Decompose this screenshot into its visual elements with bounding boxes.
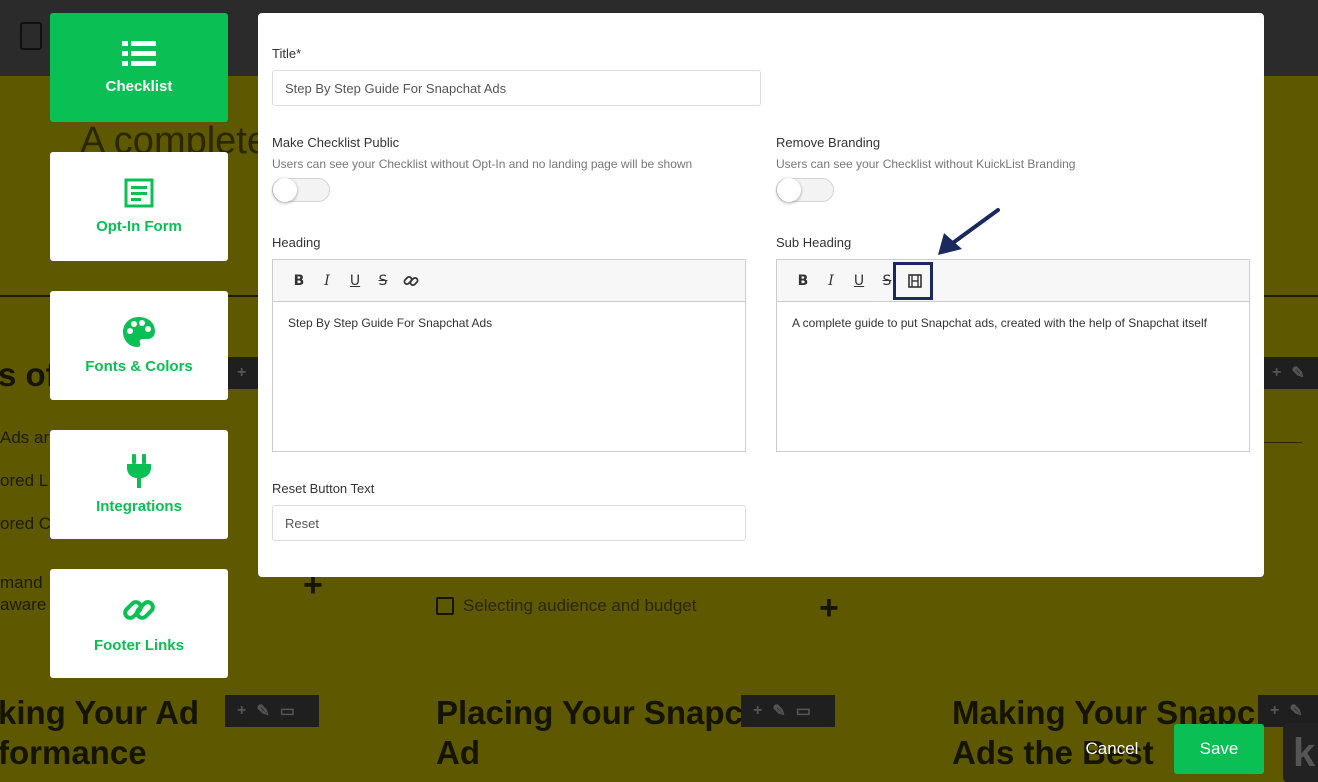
sidebar-item-label: Footer Links	[93, 637, 184, 654]
make-public-toggle[interactable]	[272, 178, 330, 202]
strikethrough-button[interactable]: S	[369, 267, 397, 295]
sidebar-item-integrations[interactable]: Integrations	[50, 430, 228, 539]
background-checklist-item: Selecting audience and budget	[463, 596, 697, 615]
card-title-line: Placing Your Snapc	[436, 694, 743, 731]
remove-branding-label: Remove Branding	[776, 135, 881, 150]
title-input[interactable]	[272, 70, 761, 106]
subheading-label: Sub Heading	[776, 235, 852, 250]
reset-button-text-input[interactable]	[272, 505, 746, 541]
subheading-editor-toolbar: B I U S	[777, 260, 1249, 302]
background-section-toolbar: + ✎	[1260, 357, 1318, 389]
subheading-editor-content[interactable]: A complete guide to put Snapchat ads, cr…	[777, 302, 1249, 344]
pencil-icon: ✎	[256, 703, 270, 720]
pencil-icon: ✎	[1289, 703, 1303, 720]
pointer-arrow-icon	[938, 208, 1000, 255]
heading-editor-content[interactable]: Step By Step Guide For Snapchat Ads	[273, 302, 745, 344]
sidebar-item-checklist[interactable]: Checklist	[50, 13, 228, 122]
background-add-icon: +	[819, 589, 839, 627]
pencil-icon: ✎	[1291, 365, 1305, 382]
remove-branding-help: Users can see your Checklist without Kui…	[776, 157, 1076, 171]
heading-editor-toolbar: B I U S	[273, 260, 745, 302]
tablet-icon	[20, 22, 42, 50]
background-list-item: mand	[0, 573, 43, 592]
video-button-highlight	[893, 262, 933, 300]
background-list-item: ored C	[0, 514, 52, 533]
form-icon	[124, 178, 154, 208]
background-card-toolbar: + ✎ ▭	[741, 695, 835, 727]
pencil-icon: ✎	[772, 703, 786, 720]
background-card-title: Placing Your Snapc Ad	[436, 693, 743, 773]
plug-icon	[127, 454, 151, 488]
make-public-label: Make Checklist Public	[272, 135, 400, 150]
remove-branding-toggle[interactable]	[776, 178, 834, 202]
background-checkbox	[436, 597, 454, 615]
sidebar-item-footer-links[interactable]: Footer Links	[50, 569, 228, 678]
link-icon	[403, 275, 419, 286]
background-card-title: king Your Ad formance	[0, 693, 199, 773]
sidebar-item-label: Integrations	[96, 498, 182, 515]
underline-button[interactable]: U	[341, 267, 369, 295]
sidebar-item-label: Fonts & Colors	[85, 358, 193, 375]
card-title-line: king Your Ad	[0, 694, 200, 731]
subheading-editor: B I U S A complete guide to put Snapchat…	[776, 259, 1250, 452]
sidebar-item-label: Opt-In Form	[96, 218, 182, 235]
background-list-item: aware	[0, 595, 47, 614]
add-icon: +	[1272, 364, 1282, 381]
toggle-knob	[777, 178, 801, 202]
sidebar-item-label: Checklist	[105, 78, 173, 95]
card-title-line: formance	[0, 734, 147, 771]
underline-button[interactable]: U	[845, 267, 873, 295]
sidebar-item-opt-in-form[interactable]: Opt-In Form	[50, 152, 228, 261]
italic-button[interactable]: I	[313, 267, 341, 295]
background-list-item: Ads ar	[0, 428, 50, 447]
background-list-item: ored L	[0, 471, 49, 490]
trash-icon: ▭	[795, 703, 811, 720]
reset-button-text-label: Reset Button Text	[272, 481, 375, 496]
sidebar-item-fonts-colors[interactable]: Fonts & Colors	[50, 291, 228, 400]
cancel-button[interactable]: Cancel	[1072, 733, 1152, 765]
make-public-help: Users can see your Checklist without Opt…	[272, 157, 693, 171]
title-label: Title*	[272, 46, 302, 61]
palette-icon	[123, 317, 155, 347]
toggle-knob	[273, 178, 297, 202]
bold-button[interactable]: B	[789, 267, 817, 295]
heading-editor: B I U S Step By Step Guide For Snapchat …	[272, 259, 746, 452]
list-icon	[122, 41, 156, 66]
background-corner-letter: k	[1283, 723, 1318, 782]
link-icon	[123, 600, 155, 620]
add-icon: +	[1270, 702, 1280, 719]
checklist-settings-modal: Title* Make Checklist Public Users can s…	[258, 13, 1264, 577]
trash-icon: ▭	[279, 703, 295, 720]
background-section-heading: s of	[0, 356, 57, 393]
heading-label: Heading	[272, 235, 321, 250]
save-button[interactable]: Save	[1174, 724, 1264, 774]
background-card-toolbar: + ✎ ▭	[225, 695, 319, 727]
link-button[interactable]	[397, 267, 425, 295]
add-icon: +	[753, 702, 763, 719]
card-title-line: Ad	[436, 734, 480, 771]
bold-button[interactable]: B	[285, 267, 313, 295]
add-icon: +	[237, 364, 247, 381]
italic-button[interactable]: I	[817, 267, 845, 295]
add-icon: +	[237, 702, 247, 719]
